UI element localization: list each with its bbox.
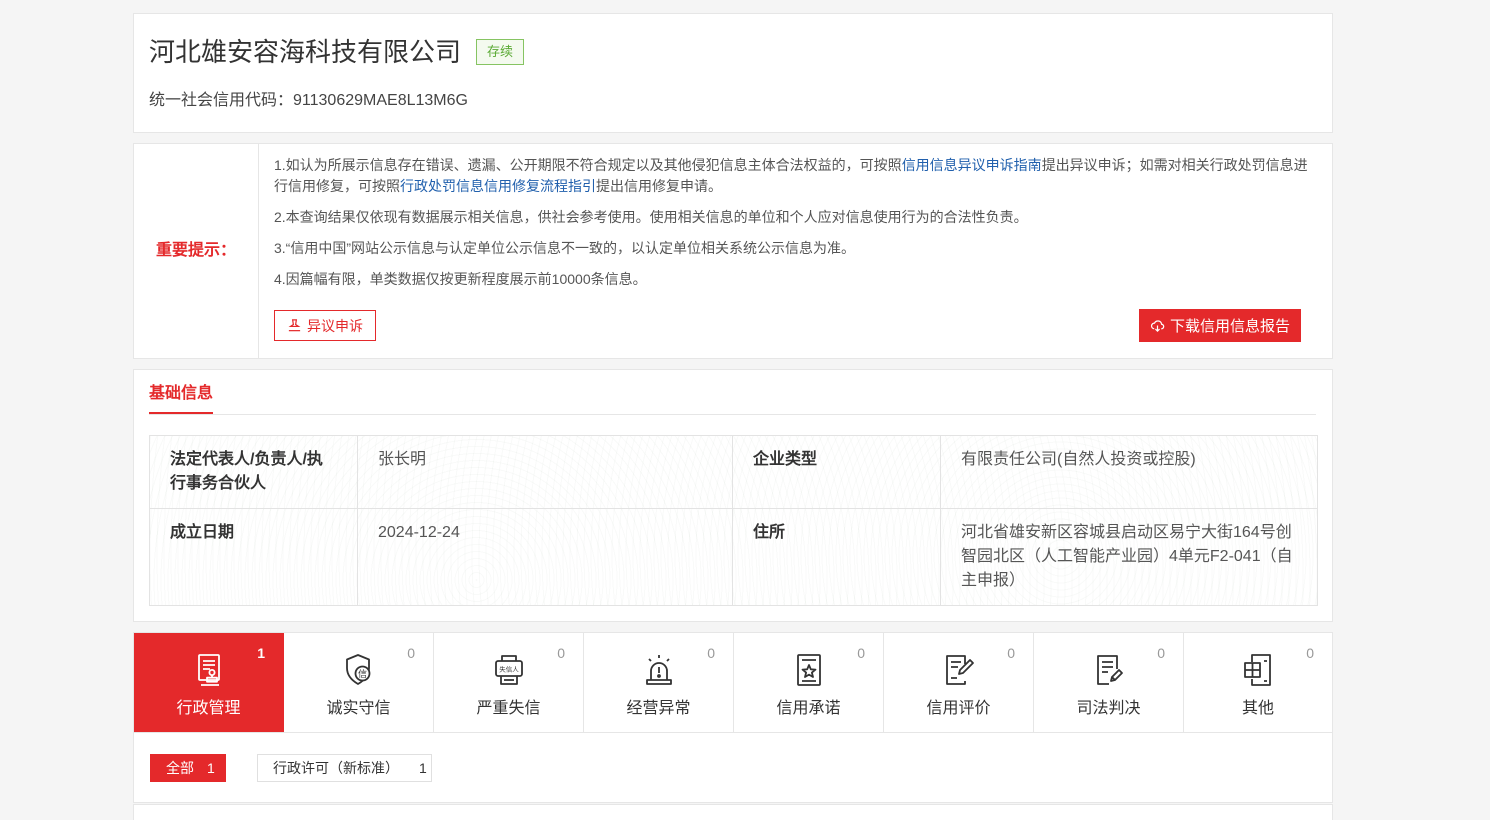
notice-item-4: 4.因篇幅有限，单类数据仅按更新程度展示前10000条信息。 — [274, 271, 647, 287]
tab-label: 诚实守信 — [326, 700, 391, 717]
filter-count: 1 — [419, 760, 427, 776]
tab-honesty[interactable]: 0 信 诚实守信 — [284, 633, 434, 732]
tab-count: 0 — [707, 645, 715, 661]
tab-count: 0 — [557, 645, 565, 661]
tab-count: 0 — [1306, 645, 1314, 661]
document-grid-icon — [1240, 652, 1276, 688]
tab-label: 经营异常 — [626, 700, 691, 717]
appeal-guide-link[interactable]: 信用信息异议申诉指南 — [902, 157, 1042, 173]
notice-item-3: 3.“信用中国”网站公示信息与认定单位公示信息不一致的，以认定单位相关系统公示信… — [274, 240, 855, 256]
credit-code-line: 统一社会信用代码：91130629MAE8L13M6G — [149, 89, 468, 113]
notice-title: 重要提示： — [155, 242, 236, 259]
tab-credit-evaluation[interactable]: 0 信用评价 — [884, 633, 1034, 732]
credit-code-value: 91130629MAE8L13M6G — [293, 92, 468, 109]
tab-basic-info[interactable]: 基础信息 — [149, 382, 213, 406]
document-stamp-icon — [191, 652, 227, 688]
filter-label: 全部 — [166, 760, 194, 776]
shield-credit-icon: 信 — [341, 652, 377, 688]
notice-item-1-text-a: 1.如认为所展示信息存在错误、遗漏、公开期限不符合规定以及其他侵犯信息主体合法权… — [274, 157, 902, 173]
document-pen-icon — [941, 652, 977, 688]
company-type-label: 企业类型 — [732, 435, 941, 509]
company-type-value: 有限责任公司(自然人投资或控股) — [940, 435, 1318, 509]
credit-code-label: 统一社会信用代码： — [149, 92, 294, 109]
tab-count: 1 — [257, 645, 265, 661]
status-badge: 存续 — [476, 39, 525, 65]
established-date-value: 2024-12-24 — [357, 508, 733, 606]
alarm-light-icon — [641, 652, 677, 688]
basic-info-table: 法定代表人/负责人/执行事务合伙人 张长明 企业类型 有限责任公司(自然人投资或… — [149, 435, 1318, 606]
tab-label: 行政管理 — [176, 700, 241, 717]
legal-representative-label: 法定代表人/负责人/执行事务合伙人 — [149, 435, 358, 509]
basic-info-card: 基础信息 法定代表人/负责人/执行事务合伙人 张长明 企业类型 有限责任公司(自… — [133, 369, 1333, 622]
filter-administrative-license[interactable]: 行政许可（新标准） 1 — [257, 754, 432, 782]
important-notice-card: 重要提示： 1.如认为所展示信息存在错误、遗漏、公开期限不符合规定以及其他侵犯信… — [133, 143, 1333, 359]
section-divider — [149, 414, 1316, 415]
records-list-card — [133, 804, 1333, 820]
credit-category-card: 1 行政管理 0 信 诚实守信 0 失信人 严重失信 0 经营异常 0 信用承诺… — [133, 632, 1333, 803]
notice-item-2: 2.本查询结果仅依现有数据展示相关信息，供社会参考使用。使用相关信息的单位和个人… — [274, 209, 1028, 225]
notice-list: 1.如认为所展示信息存在错误、遗漏、公开期限不符合规定以及其他侵犯信息主体合法权… — [274, 155, 1316, 300]
tab-serious-dishonesty[interactable]: 0 失信人 严重失信 — [434, 633, 584, 732]
tab-business-abnormal[interactable]: 0 经营异常 — [584, 633, 734, 732]
company-header-card: 河北雄安容海科技有限公司 存续 统一社会信用代码：91130629MAE8L13… — [133, 13, 1333, 133]
download-report-label: 下载信用信息报告 — [1169, 318, 1290, 335]
download-report-button[interactable]: 下载信用信息报告 — [1139, 309, 1301, 342]
tab-label: 严重失信 — [476, 700, 541, 717]
tab-credit-commitment[interactable]: 0 信用承诺 — [734, 633, 884, 732]
tab-judicial-judgment[interactable]: 0 司法判决 — [1034, 633, 1184, 732]
credit-category-tabs: 1 行政管理 0 信 诚实守信 0 失信人 严重失信 0 经营异常 0 信用承诺… — [134, 633, 1332, 733]
dishonest-board-icon-text: 失信人 — [499, 664, 519, 673]
company-title-row: 河北雄安容海科技有限公司 存续 — [149, 34, 525, 70]
established-date-label: 成立日期 — [149, 508, 358, 606]
legal-representative-value: 张长明 — [357, 435, 733, 509]
tab-count: 0 — [407, 645, 415, 661]
table-row: 法定代表人/负责人/执行事务合伙人 张长明 企业类型 有限责任公司(自然人投资或… — [149, 435, 1318, 509]
notice-item-1: 1.如认为所展示信息存在错误、遗漏、公开期限不符合规定以及其他侵犯信息主体合法权… — [274, 155, 1316, 197]
repair-guide-link[interactable]: 行政处罚信息信用修复流程指引 — [400, 178, 596, 194]
notice-title-column: 重要提示： — [134, 144, 259, 358]
company-name: 河北雄安容海科技有限公司 — [149, 37, 462, 67]
address-label: 住所 — [732, 508, 941, 606]
appeal-button-label: 异议申诉 — [307, 317, 363, 334]
tab-label: 司法判决 — [1076, 700, 1141, 717]
filter-all[interactable]: 全部 1 — [150, 754, 226, 782]
tab-count: 0 — [1157, 645, 1165, 661]
tab-administrative-management[interactable]: 1 行政管理 — [134, 633, 284, 732]
document-star-icon — [791, 652, 827, 688]
filter-count: 1 — [207, 760, 215, 776]
tab-count: 0 — [1007, 645, 1015, 661]
appeal-button[interactable]: 异议申诉 — [274, 310, 376, 341]
tab-label: 其他 — [1241, 700, 1274, 717]
filter-label: 行政许可（新标准） — [273, 760, 399, 776]
shield-credit-icon-text: 信 — [357, 668, 366, 680]
address-value: 河北省雄安新区容城县启动区易宁大街164号创智园北区（人工智能产业园）4单元F2… — [940, 508, 1318, 606]
dishonest-board-icon: 失信人 — [491, 652, 527, 688]
tab-count: 0 — [857, 645, 865, 661]
tab-other[interactable]: 0 其他 — [1184, 633, 1332, 732]
notice-item-1-text-c: 提出信用修复申请。 — [596, 178, 722, 194]
table-row: 成立日期 2024-12-24 住所 河北省雄安新区容城县启动区易宁大街164号… — [149, 508, 1318, 606]
stamp-icon — [288, 319, 301, 332]
cloud-download-icon — [1150, 320, 1165, 332]
tab-label: 信用评价 — [926, 700, 991, 717]
document-gavel-icon — [1091, 652, 1127, 688]
tab-label: 信用承诺 — [776, 700, 841, 717]
